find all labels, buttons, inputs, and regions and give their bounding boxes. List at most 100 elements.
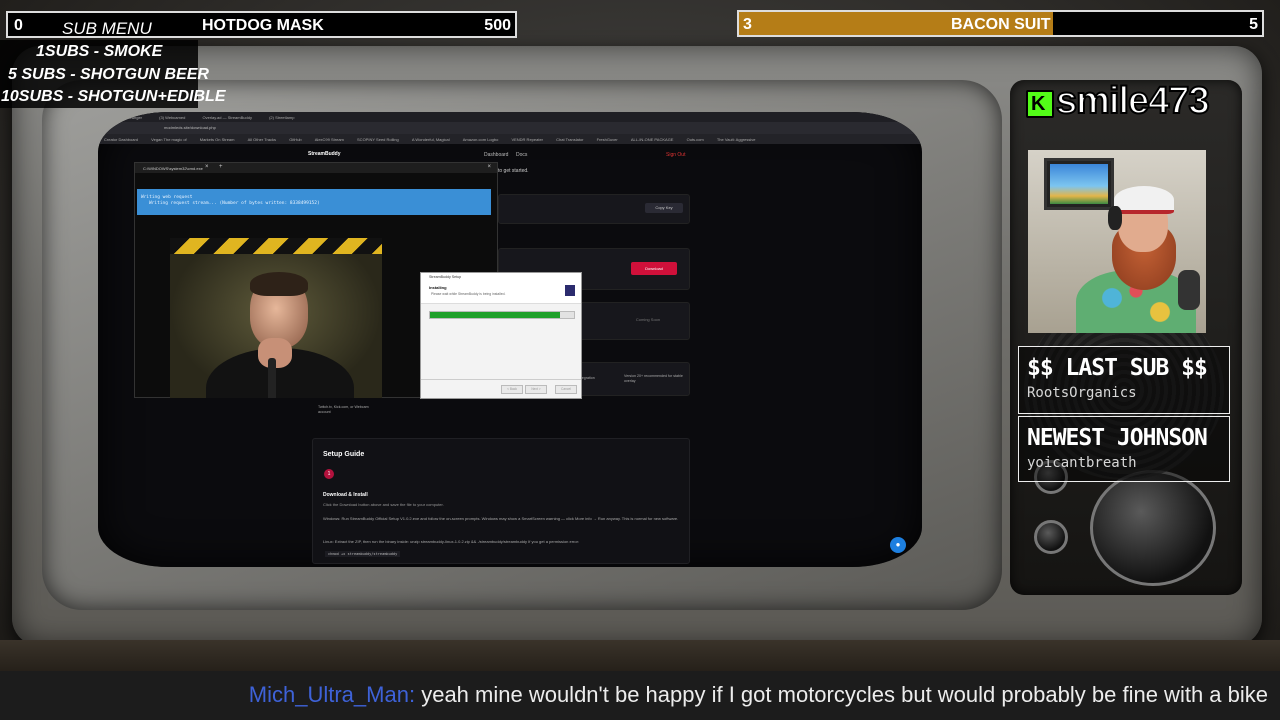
nav-dashboard[interactable]: Dashboard xyxy=(484,152,508,158)
installer-window[interactable]: StreamBuddy Setup Installing Please wait… xyxy=(420,272,582,399)
browser-tab[interactable]: (2) Ripping Stranger xyxy=(98,112,150,122)
goal-title: BACON SUIT xyxy=(951,16,1051,33)
version-note: Version 20+ recommended for stable overl… xyxy=(624,374,683,383)
chat-ticker: Mich_Ultra_Man: yeah mine wouldn't be ha… xyxy=(0,671,1280,720)
guide-code-snippet[interactable]: chmod +x streambuddy/streambuddy xyxy=(325,551,401,557)
coming-soon-button[interactable]: Coming Soon xyxy=(623,315,673,325)
close-window-icon[interactable]: × xyxy=(487,164,491,170)
browser-address-bar[interactable]: modmleds.site/download.php xyxy=(98,122,922,134)
browser-tab-strip[interactable]: (2) Ripping Stranger (3) Webcamed Overla… xyxy=(98,112,922,122)
tv-dial-icon xyxy=(1090,470,1216,586)
chat-username[interactable]: Mich_Ultra_Man xyxy=(249,682,409,707)
headset-icon xyxy=(1108,206,1122,230)
newest-follower-box: NEWEST JOHNSON yoicantbreath xyxy=(1018,416,1230,482)
install-progress-fill xyxy=(430,312,560,318)
sub-menu-item: 10SUBS - SHOTGUN+EDIBLE xyxy=(1,88,226,105)
site-brand[interactable]: StreamBuddy xyxy=(308,151,341,157)
guide-title: Setup Guide xyxy=(323,451,365,458)
bookmark-item[interactable]: Chat Translator xyxy=(550,134,589,144)
bookmark-item[interactable]: AlexC99 Stream xyxy=(309,134,350,144)
bookmark-item[interactable]: Creator Dashboard xyxy=(98,134,144,144)
bookmarks-bar: Creator Dashboard Vegan The magic of Mar… xyxy=(98,134,922,144)
installer-heading: Installing xyxy=(429,285,447,290)
close-tab-icon[interactable]: × xyxy=(205,164,209,170)
newest-title: NEWEST JOHNSON xyxy=(1027,425,1208,451)
sub-menu-item: 5 SUBS - SHOTGUN BEER xyxy=(8,66,209,83)
webcam-feed xyxy=(1028,150,1206,333)
sub-menu-label: SUB MENU xyxy=(62,19,152,38)
newest-name: yoicantbreath xyxy=(1027,455,1137,471)
meme-video-overlay xyxy=(170,238,382,398)
copy-key-button[interactable]: Copy Key xyxy=(645,203,683,213)
streamer-badge: K smile473 xyxy=(1022,79,1232,123)
download-button[interactable]: Download xyxy=(631,262,677,275)
bookmark-item[interactable]: A Wonderful, Magical xyxy=(406,134,456,144)
webcam-tv xyxy=(1044,158,1114,210)
cmd-progress-banner: Writing web request Writing request stre… xyxy=(137,189,491,215)
streamer-cap xyxy=(1114,186,1174,214)
installer-logo-icon xyxy=(565,285,575,296)
cmd-titlebar[interactable]: C:\WINDOWS\system32\cmd.exe × + × xyxy=(135,163,497,173)
guide-step-text: Click the Download button above and save… xyxy=(323,502,444,507)
cmd-title: C:\WINDOWS\system32\cmd.exe xyxy=(143,166,203,171)
tv-knob-icon xyxy=(1034,520,1068,554)
bookmark-item[interactable]: SCOPINY Seed Rolling xyxy=(351,134,405,144)
goal-target: 500 xyxy=(484,17,511,34)
cmd-line: Writing web request xyxy=(141,195,193,200)
webcam-tv-picture xyxy=(1050,164,1108,204)
goal-bar-bacon-suit: 3 BACON SUIT 5 xyxy=(737,10,1264,37)
bookmark-item[interactable]: The Vault: Aggressive xyxy=(711,134,762,144)
sub-menu-list: 1SUBS - SMOKE 5 SUBS - SHOTGUN BEER 10SU… xyxy=(0,40,225,108)
last-sub-title: $$ LAST SUB $$ xyxy=(1027,355,1208,381)
bookmark-item[interactable]: Outs.com xyxy=(681,134,710,144)
hazard-stripes xyxy=(170,238,382,254)
bookmark-item[interactable]: GitHub xyxy=(283,134,307,144)
guide-step-badge: 1 xyxy=(324,469,334,479)
browser-tab[interactable]: (3) Webcamed xyxy=(151,112,193,122)
cancel-button[interactable]: Cancel xyxy=(555,385,577,394)
video-background xyxy=(170,254,382,398)
nav-signout[interactable]: Sign Out xyxy=(666,152,685,158)
new-tab-icon[interactable]: + xyxy=(219,164,223,170)
cmd-line: Writing request stream... (Number of byt… xyxy=(149,201,320,206)
bookmark-item[interactable]: Amazon.com Logbo xyxy=(457,134,505,144)
chat-message-line: Mich_Ultra_Man: yeah mine wouldn't be ha… xyxy=(249,682,1268,708)
goal-target: 5 xyxy=(1249,16,1258,33)
guide-step-heading: Download & Install xyxy=(323,492,368,498)
back-button[interactable]: < Back xyxy=(501,385,523,394)
account-note: Twitch.tv, Kick.com, or Webcam account xyxy=(318,405,369,414)
kick-icon: K xyxy=(1026,90,1054,118)
chat-separator: : xyxy=(408,682,416,707)
guide-linux-text: Linux: Extract the ZIP, then run the bin… xyxy=(323,539,580,544)
chat-support-icon[interactable]: ● xyxy=(890,537,906,553)
bookmark-item[interactable]: FreshGuver xyxy=(591,134,624,144)
bookmark-item[interactable]: Vegan The magic of xyxy=(145,134,193,144)
goal-current: 3 xyxy=(743,16,752,33)
chat-message: yeah mine wouldn't be happy if I got mot… xyxy=(421,682,1268,707)
person-hair xyxy=(250,272,308,296)
tv-screen: (2) Ripping Stranger (3) Webcamed Overla… xyxy=(98,112,922,567)
bookmark-item[interactable]: VENDR Repeater xyxy=(505,134,549,144)
site-header: StreamBuddy Dashboard Docs Sign Out xyxy=(298,148,698,162)
installer-titlebar[interactable]: StreamBuddy Setup xyxy=(421,273,581,281)
bookmark-item[interactable]: ALL-IN-ONE PACKAGE xyxy=(625,134,680,144)
bookmark-item[interactable]: All Other Tracks xyxy=(242,134,282,144)
sub-menu-item: 1SUBS - SMOKE xyxy=(36,43,163,60)
installer-footer: < Back Next > Cancel xyxy=(421,379,581,398)
last-sub-name: RootsOrganics xyxy=(1027,385,1137,401)
setup-guide-card: Setup Guide 1 Download & Install Click t… xyxy=(312,438,690,564)
next-button[interactable]: Next > xyxy=(525,385,547,394)
browser-tab[interactable]: (2) Streetlamp xyxy=(261,112,302,122)
get-started-text: to get started. xyxy=(498,168,529,174)
streamer-username: smile473 xyxy=(1055,79,1211,123)
installer-header: Installing Please wait while StreamBuddy… xyxy=(421,281,581,304)
install-progress-bar xyxy=(429,311,575,319)
microphone-icon xyxy=(268,358,276,398)
goal-title: HOTDOG MASK xyxy=(202,17,324,34)
address-text[interactable]: modmleds.site/download.php xyxy=(164,125,216,130)
microphone-icon xyxy=(1178,270,1200,310)
kick-letter: K xyxy=(1031,93,1046,115)
bookmark-item[interactable]: Markets On Stream xyxy=(194,134,241,144)
nav-docs[interactable]: Docs xyxy=(516,152,527,158)
browser-tab[interactable]: Overlay.ad — StreamBuddy xyxy=(194,112,260,122)
